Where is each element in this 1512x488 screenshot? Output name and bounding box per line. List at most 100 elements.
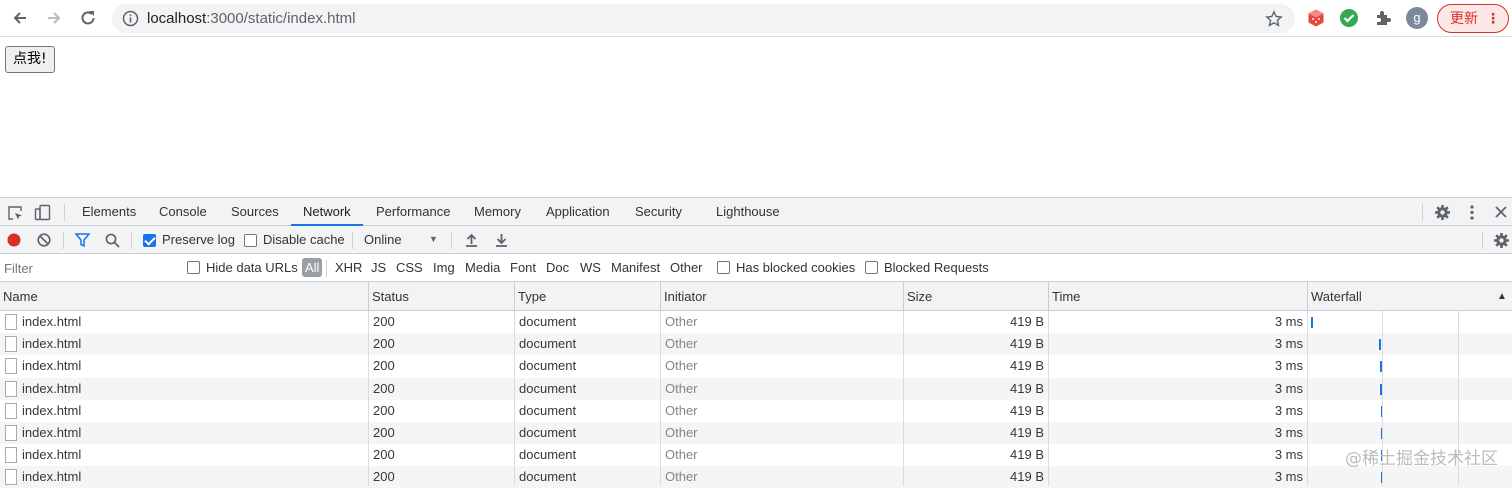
column-divider	[660, 311, 661, 486]
filter-input[interactable]	[0, 257, 174, 279]
url-host: localhost	[147, 10, 207, 27]
sort-ascending-icon[interactable]: ▲	[1497, 291, 1507, 302]
column-divider	[903, 311, 904, 486]
request-type: document	[519, 402, 577, 418]
request-status: 200	[373, 402, 395, 418]
table-row[interactable]: index.html 200 document Other 419 B 3 ms	[0, 444, 1512, 466]
search-icon[interactable]	[104, 232, 120, 248]
table-row[interactable]: index.html 200 document Other 419 B 3 ms	[0, 355, 1512, 377]
tab-performance[interactable]: Performance	[376, 198, 450, 226]
request-type: document	[519, 336, 577, 352]
request-initiator: Other	[665, 425, 698, 440]
network-settings-gear-icon[interactable]	[1492, 231, 1510, 249]
filter-funnel-icon[interactable]	[74, 232, 90, 248]
request-status: 200	[373, 447, 395, 463]
import-har-icon[interactable]	[463, 232, 479, 248]
throttling-dropdown-arrow-icon[interactable]: ▼	[429, 234, 438, 244]
request-time: 3 ms	[1274, 425, 1303, 440]
column-header-type[interactable]: Type	[515, 282, 661, 311]
throttling-select[interactable]: Online	[364, 232, 402, 247]
tab-elements[interactable]: Elements	[82, 198, 136, 226]
info-icon[interactable]	[122, 10, 139, 27]
table-row[interactable]: index.html 200 document Other 419 B 3 ms	[0, 377, 1512, 400]
request-size: 419 B	[1010, 402, 1044, 418]
clear-icon[interactable]	[36, 232, 52, 248]
back-arrow-icon[interactable]	[8, 6, 32, 30]
filter-type-other[interactable]: Other	[670, 260, 703, 275]
request-size: 419 B	[1010, 447, 1044, 463]
column-divider	[1307, 311, 1308, 486]
tab-security[interactable]: Security	[635, 198, 682, 226]
column-header-initiator[interactable]: Initiator	[661, 282, 904, 311]
column-header-status[interactable]: Status	[369, 282, 515, 311]
reload-icon[interactable]	[76, 6, 100, 30]
request-size: 419 B	[1010, 336, 1044, 352]
column-header-name[interactable]: Name	[0, 282, 369, 311]
request-name: index.html	[22, 425, 82, 440]
table-header: Name Status Type Initiator Size Time Wat…	[0, 282, 1512, 311]
tab-lighthouse[interactable]: Lighthouse	[716, 198, 780, 226]
blocked-requests-checkbox[interactable]	[865, 261, 878, 274]
filter-type-all[interactable]: All	[302, 258, 323, 277]
cube-extension-icon[interactable]	[1306, 8, 1326, 28]
table-row[interactable]: index.html 200 document Other 419 B 3 ms	[0, 422, 1512, 444]
request-name: index.html	[22, 402, 82, 418]
tab-application[interactable]: Application	[546, 198, 610, 226]
hide-data-urls-checkbox[interactable]	[187, 261, 200, 274]
tab-network[interactable]: Network	[291, 198, 363, 226]
request-time: 3 ms	[1274, 314, 1303, 329]
close-devtools-icon[interactable]	[1492, 203, 1510, 221]
filter-type-xhr[interactable]: XHR	[335, 260, 362, 275]
url-text[interactable]: localhost:3000/static/index.html	[147, 10, 355, 27]
tab-console[interactable]: Console	[159, 198, 207, 226]
column-header-time[interactable]: Time	[1049, 282, 1308, 311]
request-type: document	[519, 358, 577, 374]
forward-arrow-icon[interactable]	[42, 6, 66, 30]
url-path: :3000/static/index.html	[206, 10, 356, 27]
column-header-size[interactable]: Size	[904, 282, 1049, 311]
blocked-requests-label: Blocked Requests	[884, 260, 989, 275]
document-file-icon	[5, 402, 17, 419]
filter-type-doc[interactable]: Doc	[546, 260, 569, 275]
tab-sources[interactable]: Sources	[231, 198, 279, 226]
filter-bar: Hide data URLs All XHR JS CSS Img Media …	[0, 254, 1512, 282]
click-me-button[interactable]: 点我!	[5, 46, 55, 73]
filter-type-ws[interactable]: WS	[580, 260, 601, 275]
column-header-waterfall[interactable]: Waterfall	[1308, 282, 1512, 311]
preserve-log-checkbox[interactable]	[143, 234, 156, 247]
document-file-icon	[5, 469, 17, 486]
vue-check-extension-icon[interactable]	[1339, 8, 1359, 28]
filter-type-img[interactable]: Img	[433, 260, 455, 275]
filter-type-js[interactable]: JS	[371, 260, 386, 275]
network-toolbar: Preserve log Disable cache Online ▼	[0, 226, 1512, 254]
disable-cache-checkbox[interactable]	[244, 234, 257, 247]
filter-type-font[interactable]: Font	[510, 260, 536, 275]
more-options-icon[interactable]	[1463, 203, 1481, 221]
puzzle-extensions-icon[interactable]	[1373, 8, 1393, 28]
request-name: index.html	[22, 358, 82, 374]
table-row[interactable]: index.html 200 document Other 419 B 3 ms	[0, 400, 1512, 422]
network-requests-table: Name Status Type Initiator Size Time Wat…	[0, 282, 1512, 488]
table-row[interactable]: index.html 200 document Other 419 B 3 ms	[0, 333, 1512, 356]
profile-avatar[interactable]: g	[1406, 7, 1428, 29]
update-button[interactable]: 更新 ⋮	[1437, 4, 1509, 33]
record-icon[interactable]	[6, 232, 22, 248]
hide-data-urls-label: Hide data URLs	[206, 260, 298, 275]
inspect-element-icon[interactable]	[6, 204, 23, 221]
address-bar[interactable]: localhost:3000/static/index.html	[112, 4, 1295, 33]
settings-gear-icon[interactable]	[1433, 203, 1451, 221]
has-blocked-cookies-checkbox[interactable]	[717, 261, 730, 274]
filter-type-media[interactable]: Media	[465, 260, 500, 275]
watermark: @稀土掘金技术社区	[1345, 449, 1498, 469]
export-har-icon[interactable]	[493, 232, 509, 248]
request-time: 3 ms	[1274, 380, 1303, 396]
request-time: 3 ms	[1274, 336, 1303, 352]
filter-type-manifest[interactable]: Manifest	[611, 260, 660, 275]
filter-type-css[interactable]: CSS	[396, 260, 423, 275]
device-toolbar-icon[interactable]	[33, 203, 51, 221]
table-row[interactable]: index.html 200 document Other 419 B 3 ms	[0, 311, 1512, 333]
tab-memory[interactable]: Memory	[474, 198, 521, 226]
document-file-icon	[5, 380, 17, 397]
request-status: 200	[373, 358, 395, 374]
bookmark-star-icon[interactable]	[1264, 9, 1283, 28]
